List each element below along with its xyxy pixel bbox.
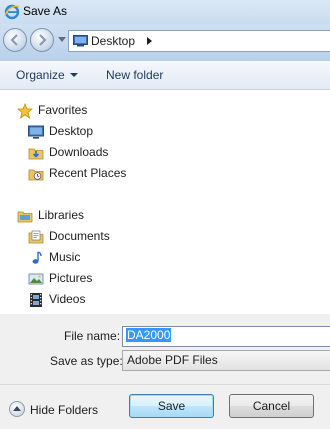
nav-item-label: Pictures xyxy=(49,271,93,285)
downloads-folder-icon xyxy=(28,148,44,160)
command-toolbar: Organize New folder xyxy=(0,61,330,90)
breadcrumb-desktop[interactable]: Desktop xyxy=(91,34,135,48)
recent-locations-dropdown[interactable] xyxy=(58,37,66,42)
nav-item-label: Videos xyxy=(49,292,86,306)
file-name-input[interactable]: DA2000 xyxy=(122,326,330,347)
window-title: Save As xyxy=(23,4,68,18)
internet-explorer-icon xyxy=(4,4,20,20)
desktop-icon xyxy=(28,125,44,139)
save-form-area: File name: DA2000 Save as type: Adobe PD… xyxy=(0,314,330,429)
forward-button[interactable] xyxy=(30,28,54,52)
nav-item-label: Documents xyxy=(49,229,110,243)
organize-label: Organize xyxy=(16,68,65,82)
divider xyxy=(0,384,330,385)
desktop-icon xyxy=(73,35,88,47)
save-type-label: Save as type: xyxy=(50,354,123,368)
documents-icon xyxy=(28,230,44,244)
nav-item-label: Music xyxy=(49,250,81,264)
libraries-icon xyxy=(17,211,33,223)
arrow-right-icon xyxy=(39,34,47,46)
nav-favorites-label: Favorites xyxy=(38,103,88,117)
address-bar: Desktop xyxy=(0,24,330,61)
file-name-value: DA2000 xyxy=(126,328,172,342)
chevron-up-icon xyxy=(9,401,25,417)
back-button[interactable] xyxy=(3,28,27,52)
save-button[interactable]: Save xyxy=(129,394,214,418)
film-strip-icon xyxy=(30,293,42,307)
cancel-button[interactable]: Cancel xyxy=(229,394,314,418)
chevron-down-icon xyxy=(69,73,78,77)
nav-libraries-label: Libraries xyxy=(38,208,85,222)
nav-item-label: Desktop xyxy=(49,124,94,138)
nav-item-label: Recent Places xyxy=(49,166,127,180)
music-note-icon xyxy=(32,251,42,264)
new-folder-button[interactable]: New folder xyxy=(106,68,163,82)
pictures-icon xyxy=(28,273,44,285)
nav-item-label: Downloads xyxy=(49,145,109,159)
address-path-box[interactable]: Desktop xyxy=(68,30,330,52)
star-icon xyxy=(17,103,33,119)
navigation-pane: Favorites Desktop Downloads Recent Place… xyxy=(0,90,330,314)
organize-button[interactable]: Organize xyxy=(16,68,78,82)
save-type-select[interactable]: Adobe PDF Files xyxy=(122,350,330,371)
recent-places-icon xyxy=(28,169,44,181)
title-bar: Save As xyxy=(0,0,330,24)
breadcrumb-chevron-icon[interactable] xyxy=(147,37,152,45)
hide-folders-label: Hide Folders xyxy=(30,403,99,417)
file-name-label: File name: xyxy=(64,329,121,343)
arrow-left-icon xyxy=(10,34,18,46)
